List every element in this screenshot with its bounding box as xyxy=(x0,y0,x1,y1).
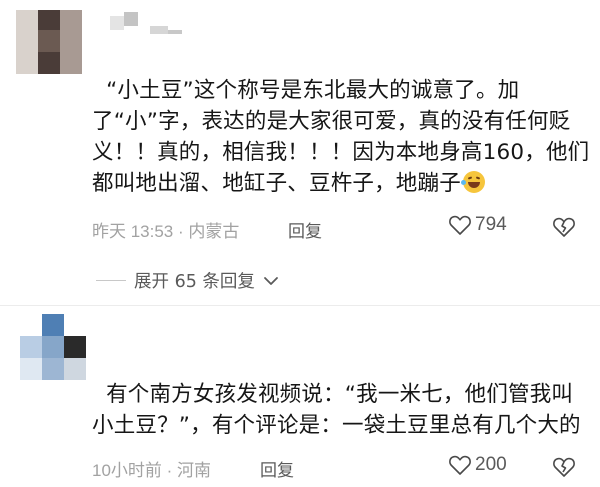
broken-heart-icon[interactable] xyxy=(552,216,576,238)
comment-text: “小土豆”这个称号是东北最大的诚意了。加了“小”字，表达的是大家很可爱，真的没有… xyxy=(92,44,592,199)
reply-button[interactable]: 回复 xyxy=(260,456,294,481)
reply-button[interactable]: 回复 xyxy=(288,217,322,242)
comment-text: 有个南方女孩发视频说：“我一米七，他们管我叫小土豆？”，有个评论是：一袋土豆里总… xyxy=(92,348,592,441)
comment-text-content: “小土豆”这个称号是东北最大的诚意了。加了“小”字，表达的是大家很可爱，真的没有… xyxy=(92,78,590,196)
chevron-down-icon xyxy=(264,276,278,285)
comment-timestamp: 昨天 13:53 · 内蒙古 xyxy=(92,222,240,241)
expand-replies-button[interactable]: 展开 65 条回复 xyxy=(96,268,279,293)
heart-outline-icon xyxy=(449,455,471,475)
avatar[interactable] xyxy=(16,10,82,74)
heart-outline-icon xyxy=(449,215,471,235)
like-count: 794 xyxy=(475,214,507,235)
expand-replies-label: 展开 65 条回复 xyxy=(134,272,255,292)
comment-text-content: 有个南方女孩发视频说：“我一米七，他们管我叫小土豆？”，有个评论是：一袋土豆里总… xyxy=(92,382,581,438)
avatar[interactable] xyxy=(20,314,86,380)
comment-timestamp: 10小时前 · 河南 xyxy=(92,461,212,480)
laugh-cry-emoji xyxy=(460,171,485,193)
expand-divider xyxy=(96,280,126,281)
broken-heart-icon[interactable] xyxy=(552,456,576,478)
like-count: 200 xyxy=(475,454,507,475)
comment-separator xyxy=(0,305,600,306)
like-button[interactable]: 794 xyxy=(448,214,507,236)
username-blurred xyxy=(110,12,182,34)
like-button[interactable]: 200 xyxy=(448,454,507,476)
